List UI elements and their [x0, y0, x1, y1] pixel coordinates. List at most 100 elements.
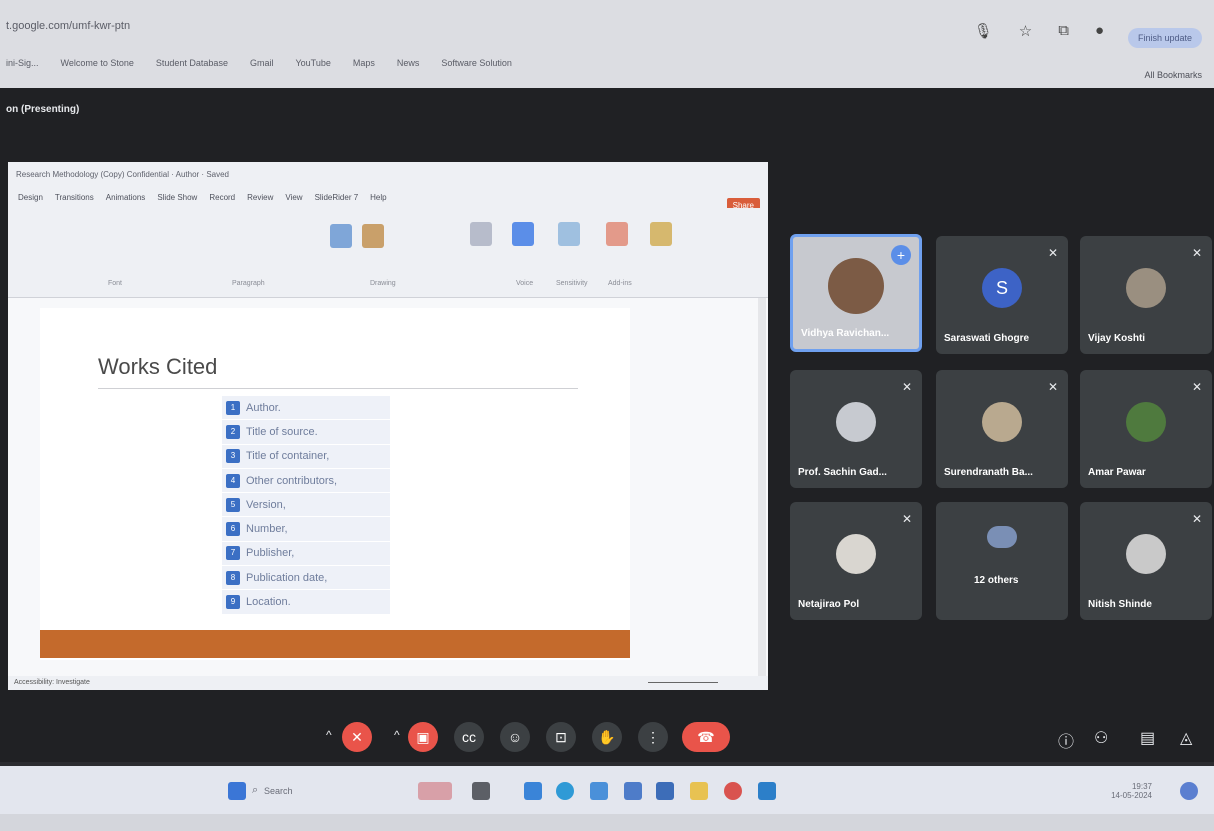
emoji-button[interactable]: ☺ — [500, 722, 530, 752]
ribbon-group-addins: Add-ins — [608, 280, 632, 287]
list-label: Author. — [246, 401, 281, 414]
bookmark-item[interactable]: Maps — [353, 58, 375, 72]
edge-icon[interactable] — [556, 782, 574, 800]
profile-icon[interactable]: ● — [1095, 22, 1104, 40]
mail-icon[interactable] — [624, 782, 642, 800]
activities-icon[interactable]: ◬ — [1180, 728, 1192, 748]
participant-tile[interactable]: ✕ Netajirao Pol — [790, 502, 922, 620]
menu-view[interactable]: View — [285, 193, 302, 203]
menu-help[interactable]: Help — [370, 193, 386, 203]
menu-record[interactable]: Record — [209, 193, 235, 203]
list-item: 6 Number, — [222, 517, 390, 542]
clock[interactable]: 19:37 14-05-2024 — [1111, 782, 1152, 800]
participant-tile[interactable]: + Vidhya Ravichan... — [790, 234, 922, 352]
address-bar[interactable]: t.google.com/umf-kwr-ptn — [0, 14, 950, 40]
participant-tile[interactable]: ✕ Surendranath Ba... — [936, 370, 1068, 488]
participant-tile[interactable]: ✕ Vijay Koshti — [1080, 236, 1212, 354]
taskbar: ⌕ Search 19:37 14-05-2024 — [0, 766, 1214, 814]
list-number: 1 — [226, 400, 240, 415]
chat-icon[interactable]: ▤ — [1140, 728, 1155, 748]
addins-icon[interactable] — [606, 222, 628, 246]
camera-toggle-button[interactable]: ▣ — [408, 722, 438, 752]
star-icon[interactable]: ☆ — [1019, 22, 1032, 40]
shared-screen: Research Methodology (Copy) Confidential… — [8, 162, 768, 690]
ribbon-group-sensitivity: Sensitivity — [556, 280, 588, 287]
bookmark-item[interactable]: ini-Sig... — [6, 58, 39, 72]
finish-update-button[interactable]: Finish update — [1127, 28, 1202, 48]
bookmark-item[interactable]: Software Solution — [441, 58, 512, 72]
menu-animations[interactable]: Animations — [106, 193, 146, 203]
start-icon[interactable] — [228, 782, 246, 800]
designer-icon[interactable] — [650, 222, 672, 246]
editing-icon[interactable] — [470, 222, 492, 246]
ribbon-group-font: Font — [108, 280, 123, 287]
participant-tile[interactable]: ✕ Amar Pawar — [1080, 370, 1212, 488]
list-label: Other contributors, — [246, 474, 338, 487]
chrome-icon[interactable] — [724, 782, 742, 800]
menu-design[interactable]: Design — [18, 193, 43, 203]
end-call-button[interactable]: ☎ — [682, 722, 730, 752]
terminal-icon[interactable] — [472, 782, 490, 800]
bookmark-item[interactable]: News — [397, 58, 420, 72]
raise-hand-button[interactable]: ✋ — [592, 722, 622, 752]
mic-toggle-button[interactable]: ✕ — [342, 722, 372, 752]
slide[interactable]: Works Cited 1 Author. 2 Title of source. 3… — [40, 308, 630, 660]
dictate-icon[interactable] — [512, 222, 534, 246]
pin-icon[interactable]: + — [891, 245, 911, 265]
mic-off-icon: ✕ — [901, 512, 912, 526]
bookmark-item[interactable]: YouTube — [295, 58, 330, 72]
list-number: 4 — [226, 473, 240, 488]
ribbon-group-paragraph: Paragraph — [232, 280, 265, 287]
bookmark-item[interactable]: Gmail — [250, 58, 274, 72]
list-number: 7 — [226, 546, 240, 561]
clock-time: 19:37 — [1131, 782, 1152, 791]
app-icon[interactable] — [758, 782, 776, 800]
participant-tile[interactable]: ✕ S Saraswati Ghogre — [936, 236, 1068, 354]
bottom-edge — [0, 814, 1214, 831]
arrange-icon[interactable] — [362, 224, 384, 248]
participant-video — [828, 258, 884, 315]
app-icon[interactable] — [656, 782, 674, 800]
present-button[interactable]: ⊡ — [546, 722, 576, 752]
folder-icon[interactable] — [690, 782, 708, 800]
notification-icon[interactable] — [1180, 782, 1198, 800]
screen: t.google.com/umf-kwr-ptn 🎙 ☆ ⧉ ● Finish … — [0, 0, 1214, 831]
search-icon: ⌕ — [252, 784, 259, 796]
list-label: Number, — [246, 523, 288, 536]
captions-button[interactable]: cc — [454, 722, 484, 752]
bookmark-item[interactable]: Welcome to Stone — [61, 58, 134, 72]
menu-slide-show[interactable]: Slide Show — [157, 193, 197, 203]
list-label: Location. — [246, 596, 291, 609]
info-icon[interactable]: ⓘ — [1058, 728, 1074, 752]
extensions-icon[interactable]: ⧉ — [1058, 22, 1069, 40]
list-label: Publication date, — [246, 571, 328, 584]
zoom-slider[interactable] — [648, 682, 718, 683]
sensitivity-icon[interactable] — [558, 222, 580, 246]
list-number: 6 — [226, 522, 240, 537]
camera-options-caret[interactable]: ^ — [394, 728, 400, 742]
list-item: 8 Publication date, — [222, 566, 390, 591]
menu-sliderider[interactable]: SlideRider 7 — [315, 193, 359, 203]
shapes-icon[interactable] — [330, 224, 352, 248]
widget-icon[interactable] — [418, 782, 452, 800]
menu-transitions[interactable]: Transitions — [55, 193, 94, 203]
mic-icon[interactable]: 🎙 — [974, 22, 993, 40]
taskbar-search[interactable]: Search — [264, 786, 293, 796]
slide-scrollbar[interactable] — [758, 298, 766, 676]
menu-review[interactable]: Review — [247, 193, 273, 203]
people-icon[interactable]: ⚇ — [1094, 728, 1108, 748]
call-controls: ^ ✕ ^ ▣ cc ☺ ⊡ ✋ ⋮ ☎ ⓘ ⚇ ▤ ◬ — [0, 708, 1214, 762]
mic-off-icon: ✕ — [1047, 246, 1058, 260]
participant-tile[interactable]: 12 others — [936, 502, 1068, 620]
more-options-button[interactable]: ⋮ — [638, 722, 668, 752]
all-bookmarks-link[interactable]: All Bookmarks — [1144, 70, 1202, 80]
participant-tile[interactable]: ✕ Prof. Sachin Gad... — [790, 370, 922, 488]
app-icon[interactable] — [590, 782, 608, 800]
mic-options-caret[interactable]: ^ — [326, 728, 332, 742]
bookmark-item[interactable]: Student Database — [156, 58, 228, 72]
browser-chrome: t.google.com/umf-kwr-ptn 🎙 ☆ ⧉ ● Finish … — [0, 0, 1214, 88]
participant-tile[interactable]: ✕ Nitish Shinde — [1080, 502, 1212, 620]
slide-title: Works Cited — [98, 354, 218, 379]
maps-icon[interactable] — [524, 782, 542, 800]
list-label: Version, — [246, 498, 286, 511]
